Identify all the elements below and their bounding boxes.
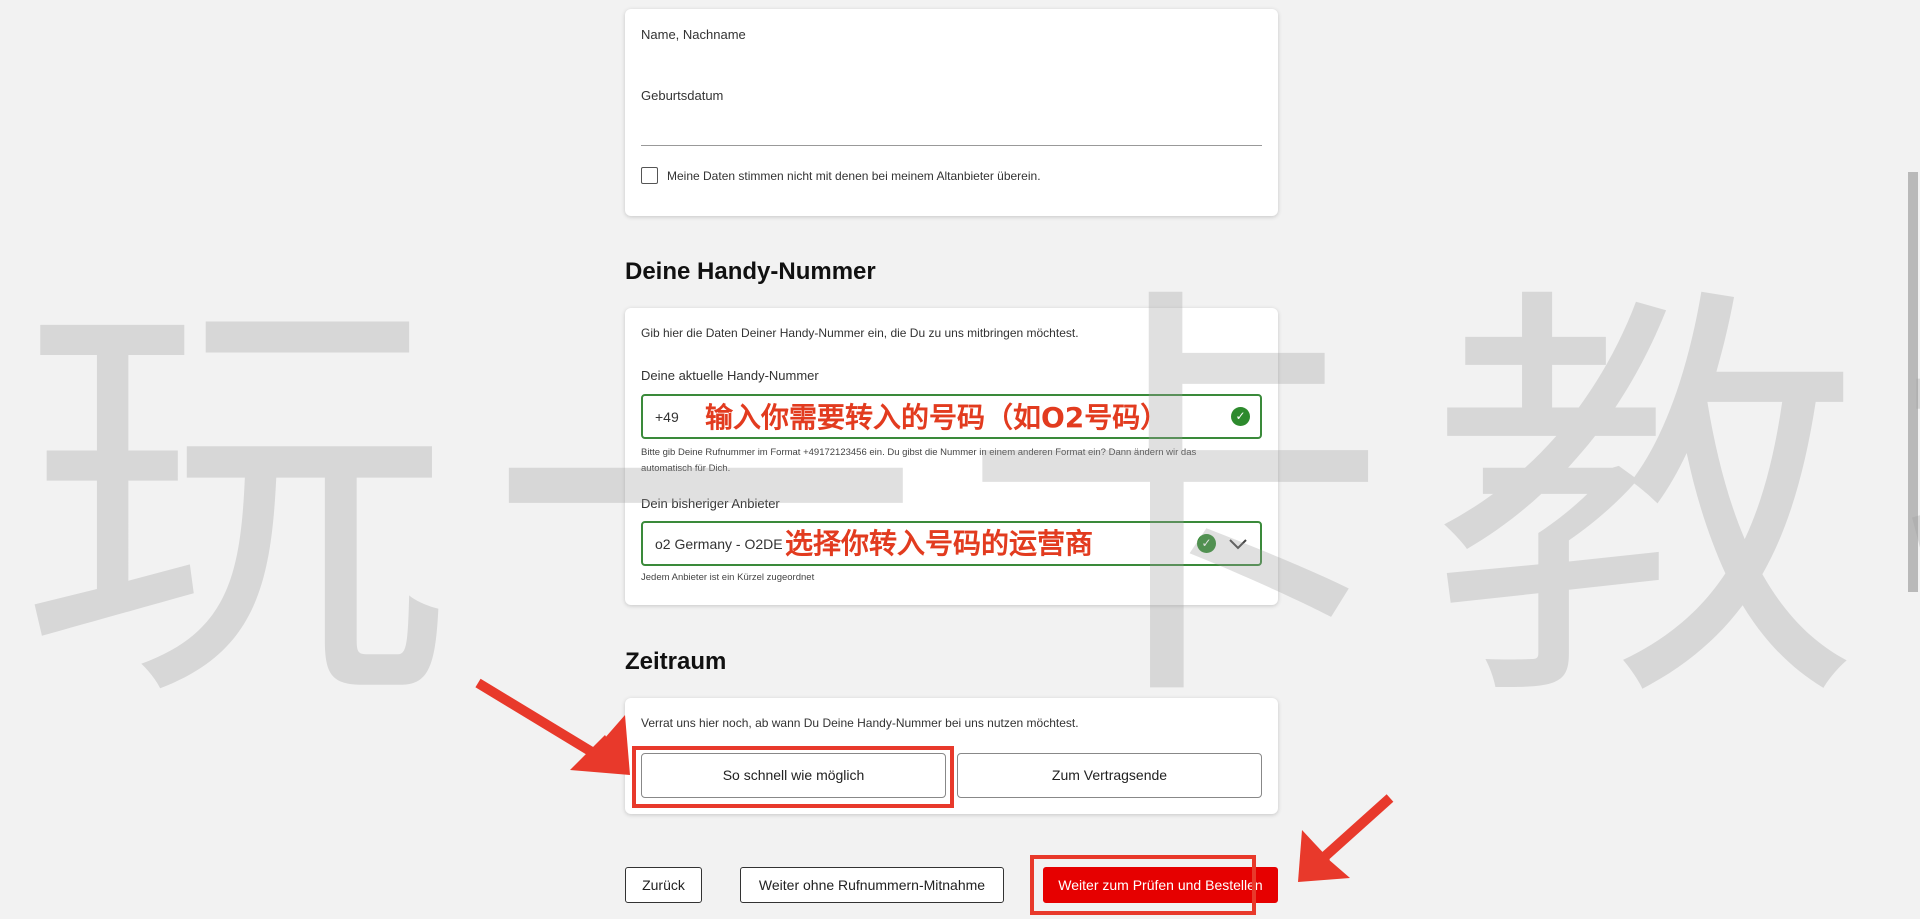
arrow-to-asap-icon xyxy=(475,678,630,775)
provider-value: o2 Germany - O2DE xyxy=(655,536,783,552)
arrow-to-continue-icon xyxy=(1298,794,1394,882)
provider-hint: Jedem Anbieter ist ein Kürzel zugeordnet xyxy=(641,572,815,583)
scrollbar-thumb[interactable] xyxy=(1908,172,1918,592)
continue-highlight-box xyxy=(1030,855,1256,915)
number-hint: Bitte gib Deine Rufnummer im Format +491… xyxy=(641,447,1197,474)
personal-data-card: Name, Nachname Geburtsdatum Meine Daten … xyxy=(625,9,1278,216)
provider-valid-check-icon: ✓ xyxy=(1197,534,1216,553)
asap-highlight-box xyxy=(632,746,954,808)
provider-annotation: 选择你转入号码的运营商 xyxy=(785,527,1094,560)
period-intro: Verrat uns hier noch, ab wann Du Deine H… xyxy=(641,716,1079,730)
zeitraum-heading: Zeitraum xyxy=(625,648,727,675)
mismatch-checkbox-label: Meine Daten stimmen nicht mit denen bei … xyxy=(667,169,1041,183)
handy-nummer-heading: Deine Handy-Nummer xyxy=(625,258,876,285)
birthdate-underline xyxy=(641,145,1262,146)
mismatch-checkbox[interactable] xyxy=(641,167,658,184)
valid-check-icon: ✓ xyxy=(1231,407,1250,426)
country-prefix: +49 xyxy=(655,409,679,425)
provider-label: Dein bisheriger Anbieter xyxy=(641,496,780,511)
name-label: Name, Nachname xyxy=(641,27,746,42)
option-contract-end-button[interactable]: Zum Vertragsende xyxy=(957,753,1262,798)
continue-without-porting-button[interactable]: Weiter ohne Rufnummern-Mitnahme xyxy=(740,867,1004,903)
current-number-label: Deine aktuelle Handy-Nummer xyxy=(641,368,819,383)
page-scrollbar[interactable] xyxy=(1906,0,1920,919)
number-intro: Gib hier die Daten Deiner Handy-Nummer e… xyxy=(641,326,1079,340)
back-button[interactable]: Zurück xyxy=(625,867,702,903)
chevron-down-icon[interactable] xyxy=(1228,537,1248,551)
number-annotation: 输入你需要转入的号码（如O2号码） xyxy=(705,401,1169,434)
birthdate-label: Geburtsdatum xyxy=(641,88,724,103)
